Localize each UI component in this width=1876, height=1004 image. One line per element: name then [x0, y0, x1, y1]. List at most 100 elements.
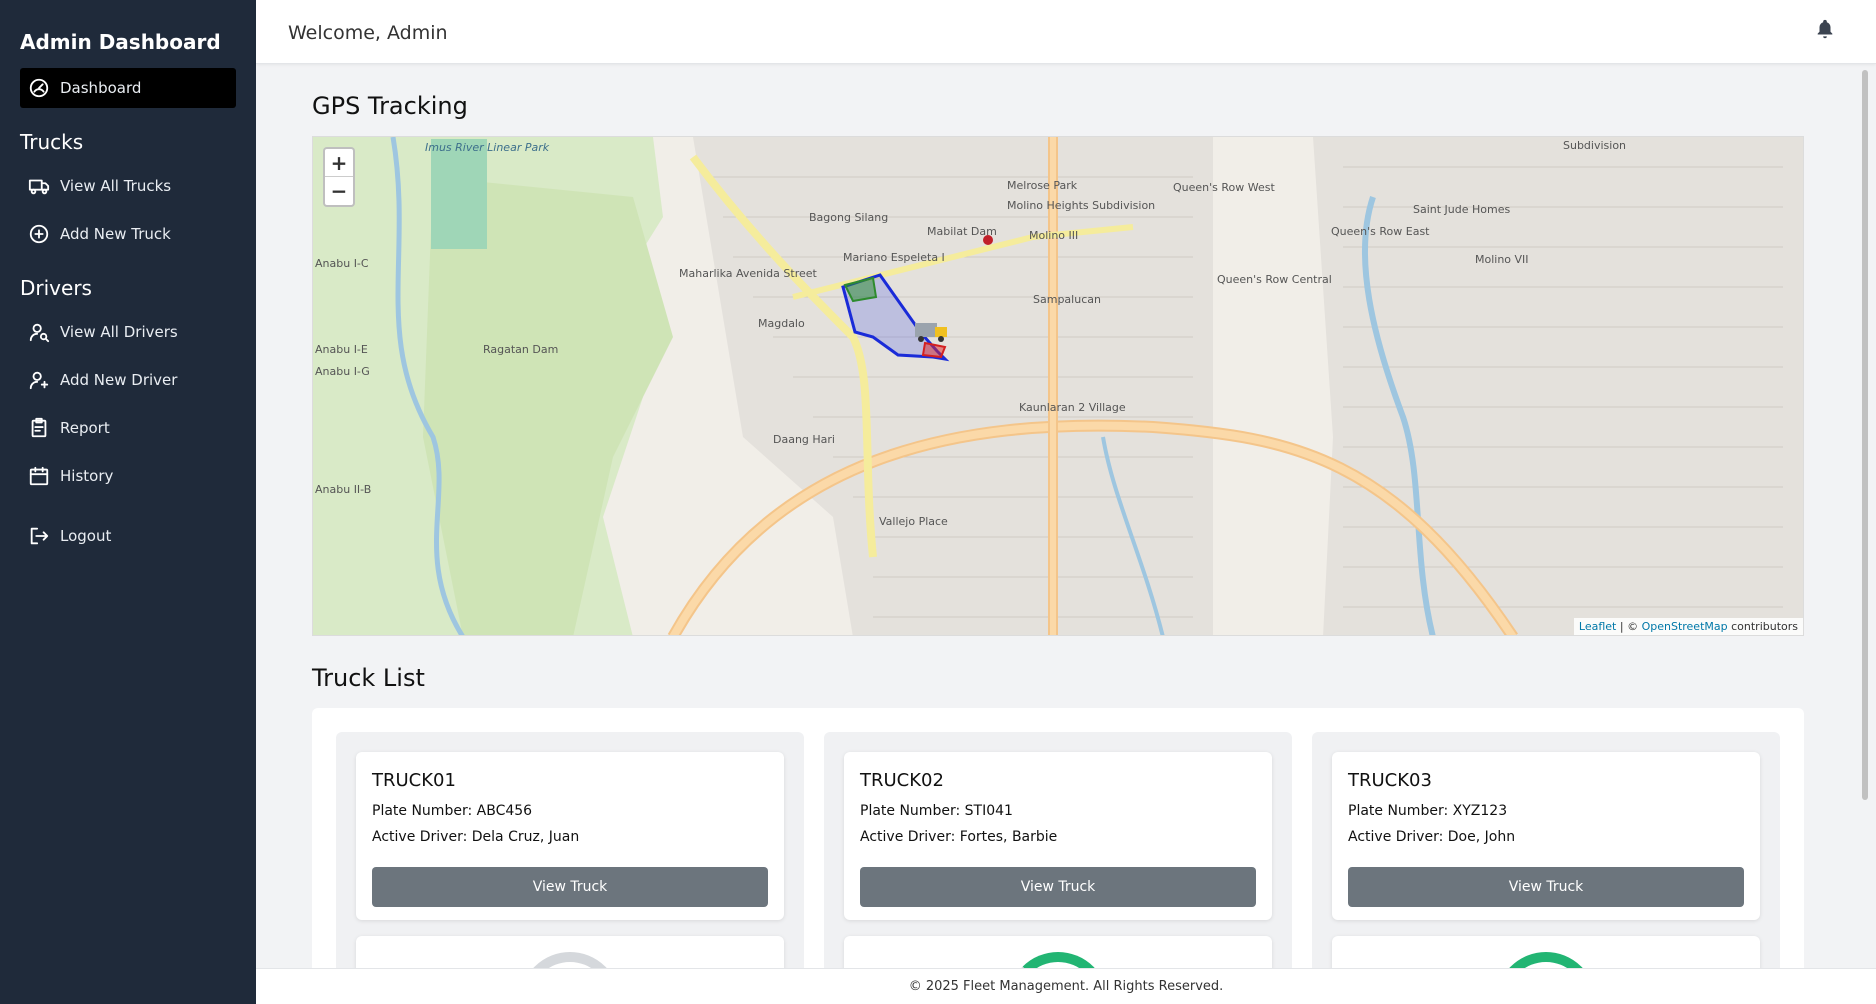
truck-card: TRUCK03 Plate Number: XYZ123 Active Driv… — [1332, 752, 1760, 920]
osm-link[interactable]: OpenStreetMap — [1642, 620, 1728, 633]
nav-add-new-driver-label: Add New Driver — [60, 371, 178, 389]
footer-text: © 2025 Fleet Management. All Rights Rese… — [908, 979, 1224, 994]
plate-value: ABC456 — [476, 803, 533, 819]
plate-value: STI041 — [964, 803, 1013, 819]
drivers-section-title: Drivers — [20, 276, 92, 300]
truck-column-3: TRUCK03 Plate Number: XYZ123 Active Driv… — [1312, 732, 1780, 968]
map-label-molino-iii: Molino III — [1029, 229, 1079, 242]
map-label-bagong-silang: Bagong Silang — [809, 211, 889, 224]
truck-list-panel: TRUCK01 Plate Number: ABC456 Active Driv… — [312, 708, 1804, 968]
nav-view-all-trucks[interactable]: View All Trucks — [20, 166, 236, 206]
status-gauge — [520, 952, 620, 968]
truck-driver: Active Driver: Fortes, Barbie — [860, 829, 1256, 845]
map-label-daang-hari: Daang Hari — [773, 433, 835, 446]
plate-label: Plate Number: — [372, 803, 473, 819]
truck-list-title: Truck List — [312, 664, 425, 692]
nav-view-all-drivers-label: View All Drivers — [60, 323, 178, 341]
logout-icon — [28, 525, 50, 547]
gps-map[interactable]: Imus River Linear Park Bagong Silang Mar… — [312, 136, 1804, 636]
nav-logout[interactable]: Logout — [20, 516, 236, 556]
driver-label: Active Driver: — [1348, 829, 1444, 845]
plus-circle-icon — [28, 223, 50, 245]
trucks-section-title: Trucks — [20, 130, 84, 154]
nav-dashboard[interactable]: Dashboard — [20, 68, 236, 108]
truck-icon — [28, 175, 50, 197]
driver-value: Fortes, Barbie — [959, 829, 1058, 845]
brand-title: Admin Dashboard — [20, 30, 221, 54]
truck-column-1: TRUCK01 Plate Number: ABC456 Active Driv… — [336, 732, 804, 968]
nav-history-label: History — [60, 467, 114, 485]
map-label-anabu-1c: Anabu I-C — [315, 257, 369, 270]
map-label-ragatan: Ragatan Dam — [483, 343, 559, 356]
footer: © 2025 Fleet Management. All Rights Rese… — [256, 968, 1876, 1004]
map-label-magdalo: Magdalo — [758, 317, 805, 330]
nav-report-label: Report — [60, 419, 110, 437]
truck-card: TRUCK01 Plate Number: ABC456 Active Driv… — [356, 752, 784, 920]
map-label-saint-jude: Saint Jude Homes — [1413, 203, 1511, 216]
view-truck-button[interactable]: View Truck — [1348, 867, 1744, 907]
map-label-maharlika: Maharlika Avenida Street — [679, 267, 817, 280]
zoom-out-button[interactable]: − — [325, 177, 353, 205]
truck-name: TRUCK02 — [860, 770, 944, 791]
truck-name: TRUCK01 — [372, 770, 456, 791]
bell-icon[interactable] — [1814, 18, 1836, 40]
truck-plate: Plate Number: XYZ123 — [1348, 803, 1744, 819]
nav-report[interactable]: Report — [20, 408, 236, 448]
map-label-sampalucan: Sampalucan — [1033, 293, 1101, 306]
leaflet-link[interactable]: Leaflet — [1579, 620, 1616, 633]
plate-value: XYZ123 — [1452, 803, 1508, 819]
truck-card: TRUCK02 Plate Number: STI041 Active Driv… — [844, 752, 1272, 920]
zoom-in-button[interactable]: + — [325, 149, 353, 177]
map-label-subdivision: Subdivision — [1563, 139, 1627, 152]
view-truck-button[interactable]: View Truck — [372, 867, 768, 907]
nav-dashboard-label: Dashboard — [60, 79, 142, 97]
map-label-mabilat: Mabilat Dam — [927, 225, 997, 238]
map-label-anabu-1e: Anabu I-E — [315, 343, 368, 356]
status-gauge — [1496, 952, 1596, 968]
truck-driver: Active Driver: Doe, John — [1348, 829, 1744, 845]
top-header: Welcome, Admin — [256, 0, 1876, 64]
truck-plate: Plate Number: ABC456 — [372, 803, 768, 819]
truck-status-card — [356, 936, 784, 968]
dashboard-icon — [28, 77, 50, 99]
map-label-mariano: Mariano Espeleta I — [843, 251, 945, 264]
welcome-text: Welcome, Admin — [288, 22, 448, 44]
plate-label: Plate Number: — [1348, 803, 1449, 819]
truck-name: TRUCK03 — [1348, 770, 1432, 791]
map-label-queens-row-west: Queen's Row West — [1173, 181, 1275, 194]
map-label-vallejo: Vallejo Place — [879, 515, 948, 528]
nav-logout-label: Logout — [60, 527, 112, 545]
driver-value: Doe, John — [1447, 829, 1516, 845]
map-label-queens-row-east: Queen's Row East — [1331, 225, 1430, 238]
map-label-molino-heights: Molino Heights Subdivision — [1007, 199, 1156, 212]
truck-driver: Active Driver: Dela Cruz, Juan — [372, 829, 768, 845]
view-truck-button[interactable]: View Truck — [860, 867, 1256, 907]
sidebar: Admin Dashboard Dashboard Trucks View Al… — [0, 0, 256, 1004]
attribution-separator: | © — [1616, 620, 1642, 633]
map-label-imus-park: Imus River Linear Park — [425, 141, 550, 154]
gps-tracking-title: GPS Tracking — [312, 92, 468, 120]
map-label-kaunlaran: Kaunlaran 2 Village — [1019, 401, 1126, 414]
user-plus-icon — [28, 369, 50, 391]
nav-add-new-truck[interactable]: Add New Truck — [20, 214, 236, 254]
nav-history[interactable]: History — [20, 456, 236, 496]
attribution-tail: contributors — [1727, 620, 1798, 633]
map-label-queens-row-central: Queen's Row Central — [1217, 273, 1332, 286]
nav-add-new-driver[interactable]: Add New Driver — [20, 360, 236, 400]
status-gauge — [1008, 952, 1108, 968]
truck-column-2: TRUCK02 Plate Number: STI041 Active Driv… — [824, 732, 1292, 968]
user-search-icon — [28, 321, 50, 343]
nav-add-new-truck-label: Add New Truck — [60, 225, 171, 243]
driver-value: Dela Cruz, Juan — [471, 829, 580, 845]
driver-label: Active Driver: — [860, 829, 956, 845]
map-attribution: Leaflet | © OpenStreetMap contributors — [1573, 618, 1803, 635]
scrollbar[interactable] — [1860, 64, 1870, 968]
nav-view-all-drivers[interactable]: View All Drivers — [20, 312, 236, 352]
map-label-anabu-1g: Anabu I-G — [315, 365, 370, 378]
map-label-anabu-2b: Anabu II-B — [315, 483, 372, 496]
map-label-molino-vii: Molino VII — [1475, 253, 1529, 266]
truck-plate: Plate Number: STI041 — [860, 803, 1256, 819]
map-label-melrose: Melrose Park — [1007, 179, 1078, 192]
scrollbar-thumb[interactable] — [1862, 70, 1868, 800]
nav-view-all-trucks-label: View All Trucks — [60, 177, 172, 195]
